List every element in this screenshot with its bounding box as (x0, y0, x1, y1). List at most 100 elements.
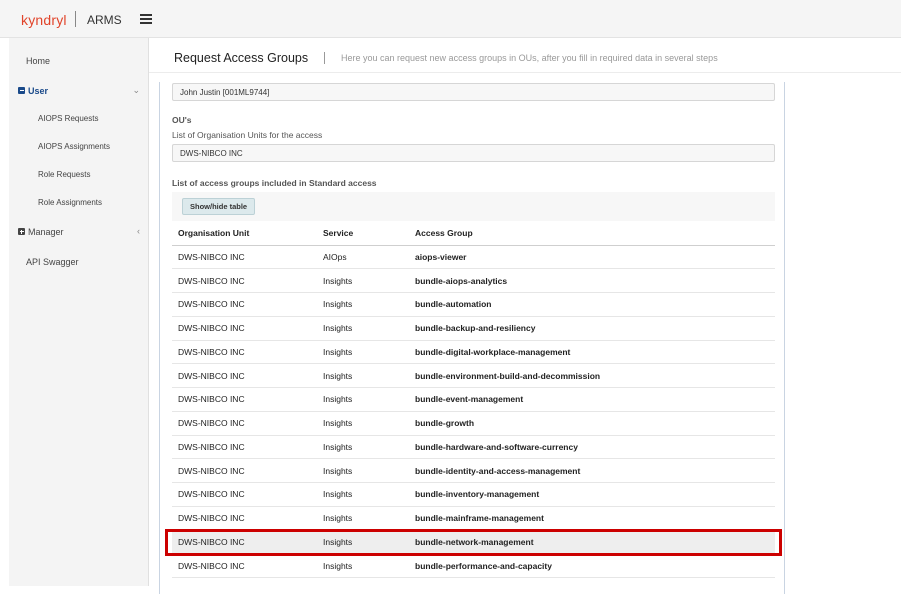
cell-access-group: bundle-performance-and-capacity (409, 553, 775, 578)
sidebar-group-manager[interactable]: Manager ‹ (9, 221, 149, 243)
cell-access-group: bundle-aiops-analytics (409, 268, 775, 293)
title-divider (324, 52, 325, 64)
table-row[interactable]: DWS-NIBCO INC Insights bundle-network-mana… (172, 530, 775, 555)
sidebar-item-label: Home (26, 56, 51, 66)
request-form-panel: John Justin [001ML9744] OU's List of Org… (159, 82, 785, 594)
page-title: Request Access Groups (174, 51, 309, 65)
cell-organisation-unit: DWS-NIBCO INC (172, 530, 317, 555)
cell-service: Insights (317, 316, 409, 341)
cell-access-group: bundle-event-management (409, 387, 775, 412)
table-row[interactable]: DWS-NIBCO INC Insights bundle-performance-… (172, 553, 775, 578)
collapse-icon (18, 87, 25, 94)
table-row[interactable]: DWS-NIBCO INC Insights bundle-identity-and… (172, 458, 775, 483)
cell-organisation-unit: DWS-NIBCO INC (172, 411, 317, 436)
sidebar-item-label: AIOPS Assignments (38, 142, 111, 151)
expand-icon (18, 228, 25, 235)
table-header-row: Organisation Unit Service Access Group (172, 221, 775, 246)
table-row[interactable]: DWS-NIBCO INC AIOps aiops-viewer (172, 245, 775, 270)
cell-access-group: bundle-digital-workplace-management (409, 340, 775, 365)
sidebar: Home User ⌄ AIOPS Requests AIOPS Assignm… (9, 38, 149, 586)
cell-organisation-unit: DWS-NIBCO INC (172, 553, 317, 578)
hamburger-menu-icon[interactable] (140, 14, 152, 24)
table-row[interactable]: DWS-NIBCO INC Insights bundle-mainframe-ma… (172, 506, 775, 531)
cell-organisation-unit: DWS-NIBCO INC (172, 458, 317, 483)
cell-service: Insights (317, 268, 409, 293)
cell-organisation-unit: DWS-NIBCO INC (172, 482, 317, 507)
table-row[interactable]: DWS-NIBCO INC Insights bundle-digital-work… (172, 340, 775, 365)
sidebar-item-home[interactable]: Home (9, 50, 149, 72)
cell-organisation-unit: DWS-NIBCO INC (172, 506, 317, 531)
cell-organisation-unit: DWS-NIBCO INC (172, 268, 317, 293)
cell-service: Insights (317, 435, 409, 460)
cell-service: Insights (317, 482, 409, 507)
cell-access-group: bundle-inventory-management (409, 482, 775, 507)
cell-access-group: bundle-network-management (409, 530, 775, 555)
sidebar-item-label: User (28, 86, 49, 96)
sidebar-item-api-swagger[interactable]: API Swagger (9, 251, 149, 273)
column-header-service[interactable]: Service (317, 221, 409, 246)
sidebar-item-label: API Swagger (26, 257, 79, 267)
user-field[interactable]: John Justin [001ML9744] (172, 83, 775, 101)
cell-service: Insights (317, 411, 409, 436)
column-header-access-group[interactable]: Access Group (409, 221, 775, 246)
page-subtitle: Here you can request new access groups i… (341, 53, 718, 63)
table-row[interactable]: DWS-NIBCO INC Insights bundle-inventory-ma… (172, 482, 775, 507)
show-hide-table-button[interactable]: Show/hide table (182, 198, 256, 215)
cell-service: Insights (317, 292, 409, 317)
cell-access-group: bundle-backup-and-resiliency (409, 316, 775, 341)
sidebar-item-role-requests[interactable]: Role Requests (9, 164, 149, 186)
cell-service: Insights (317, 458, 409, 483)
cell-organisation-unit: DWS-NIBCO INC (172, 363, 317, 388)
sidebar-item-label: Role Assignments (38, 198, 103, 207)
app-window: kyndryl ARMS Home User ⌄ AIOPS Requests … (0, 0, 901, 594)
app-name: ARMS (87, 13, 122, 27)
ou-field[interactable]: DWS-NIBCO INC (172, 144, 775, 162)
ou-section-hint: List of Organisation Units for the acces… (172, 130, 323, 140)
sidebar-item-aiops-assignments[interactable]: AIOPS Assignments (9, 136, 149, 158)
brand-logo: kyndryl (21, 12, 67, 28)
ou-section-label: OU's (172, 115, 192, 125)
cell-service: Insights (317, 506, 409, 531)
cell-access-group: bundle-identity-and-access-management (409, 458, 775, 483)
chevron-left-icon: ‹ (137, 226, 140, 236)
table-row[interactable]: DWS-NIBCO INC Insights bundle-aiops-analyt… (172, 268, 775, 293)
brand-divider (75, 11, 76, 27)
sidebar-item-role-assignments[interactable]: Role Assignments (9, 192, 149, 214)
top-bar: kyndryl ARMS (0, 0, 901, 38)
sidebar-group-user[interactable]: User ⌄ (9, 80, 149, 102)
table-toolbar: Show/hide table (172, 192, 775, 221)
cell-service: Insights (317, 363, 409, 388)
cell-access-group: aiops-viewer (409, 245, 775, 270)
cell-organisation-unit: DWS-NIBCO INC (172, 435, 317, 460)
sidebar-item-label: AIOPS Requests (38, 114, 99, 123)
access-groups-table-container: Show/hide table Organisation Unit Servic… (172, 192, 775, 582)
chevron-down-icon: ⌄ (132, 85, 140, 95)
table-row[interactable]: DWS-NIBCO INC Insights bundle-event-manage… (172, 387, 775, 412)
access-groups-table: Organisation Unit Service Access Group D… (172, 221, 775, 578)
cell-access-group: bundle-growth (409, 411, 775, 436)
cell-organisation-unit: DWS-NIBCO INC (172, 292, 317, 317)
sidebar-item-aiops-requests[interactable]: AIOPS Requests (9, 108, 149, 130)
cell-organisation-unit: DWS-NIBCO INC (172, 387, 317, 412)
cell-access-group: bundle-hardware-and-software-currency (409, 435, 775, 460)
sidebar-item-label: Role Requests (38, 170, 91, 179)
column-header-organisation-unit[interactable]: Organisation Unit (172, 221, 317, 246)
cell-service: Insights (317, 340, 409, 365)
cell-access-group: bundle-automation (409, 292, 775, 317)
cell-service: AIOps (317, 245, 409, 270)
access-groups-label: List of access groups included in Standa… (172, 178, 377, 188)
main-content: Request Access Groups Here you can reque… (149, 38, 901, 594)
table-row[interactable]: DWS-NIBCO INC Insights bundle-automation (172, 292, 775, 317)
cell-service: Insights (317, 530, 409, 555)
cell-service: Insights (317, 387, 409, 412)
cell-organisation-unit: DWS-NIBCO INC (172, 245, 317, 270)
table-row[interactable]: DWS-NIBCO INC Insights bundle-backup-and-r… (172, 316, 775, 341)
sidebar-item-label: Manager (28, 227, 64, 237)
cell-organisation-unit: DWS-NIBCO INC (172, 340, 317, 365)
table-row[interactable]: DWS-NIBCO INC Insights bundle-growth (172, 411, 775, 436)
table-row[interactable]: DWS-NIBCO INC Insights bundle-hardware-and… (172, 435, 775, 460)
page-header: Request Access Groups Here you can reque… (149, 38, 901, 73)
table-row[interactable]: DWS-NIBCO INC Insights bundle-environment-… (172, 363, 775, 388)
cell-access-group: bundle-environment-build-and-decommissio… (409, 363, 775, 388)
cell-access-group: bundle-mainframe-management (409, 506, 775, 531)
